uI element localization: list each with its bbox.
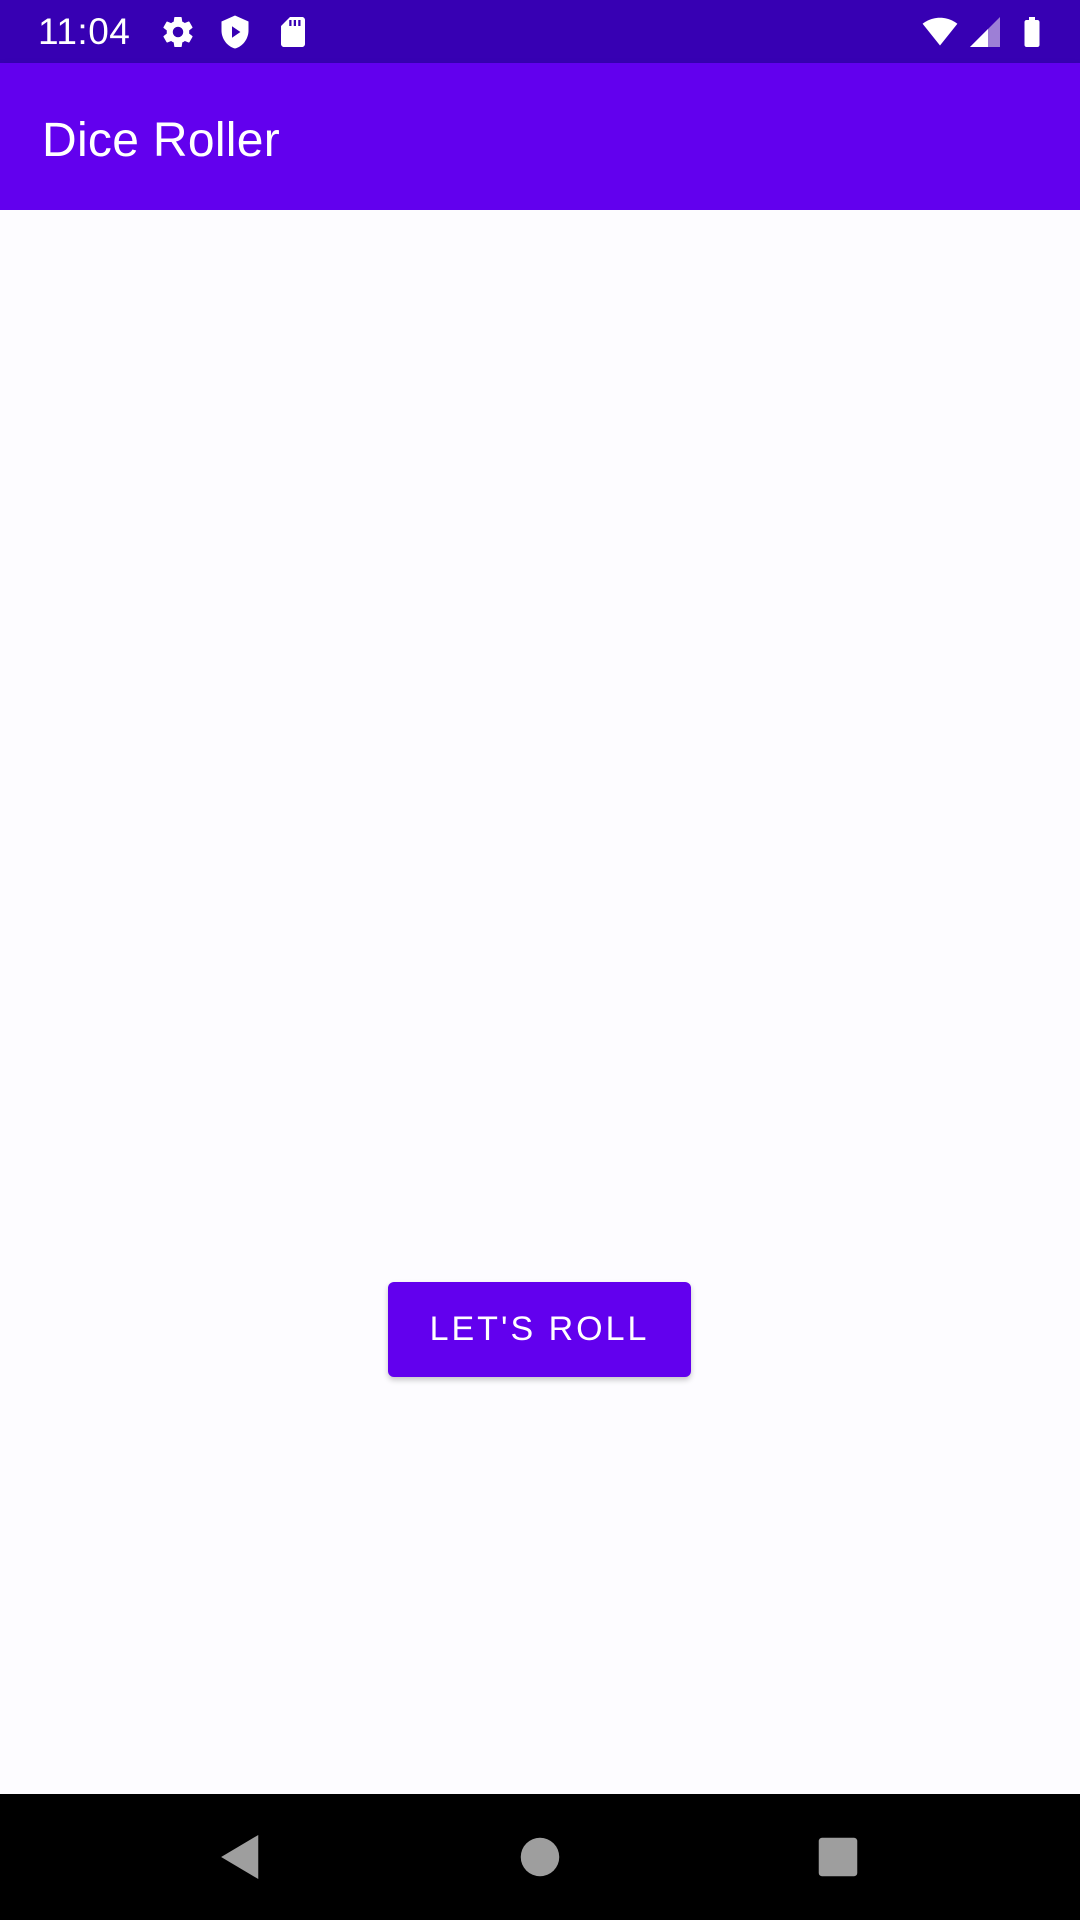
navigation-bar xyxy=(0,1794,1080,1920)
sd-card-icon xyxy=(281,17,305,47)
shield-icon xyxy=(221,15,249,49)
app-bar: Dice Roller xyxy=(0,63,1080,210)
status-time: 11:04 xyxy=(38,11,131,52)
roll-button[interactable]: LET'S ROLL xyxy=(388,1282,691,1377)
gear-icon xyxy=(163,17,193,48)
cell-signal-icon xyxy=(970,17,1000,47)
home-icon[interactable] xyxy=(507,1824,573,1890)
back-icon[interactable] xyxy=(206,1824,272,1890)
status-bar: 11:04 xyxy=(0,0,1080,63)
battery-icon xyxy=(1024,17,1040,47)
wifi-icon xyxy=(922,17,958,46)
app-title: Dice Roller xyxy=(42,114,281,167)
main-content xyxy=(0,210,1080,1794)
recents-icon[interactable] xyxy=(805,1824,871,1890)
